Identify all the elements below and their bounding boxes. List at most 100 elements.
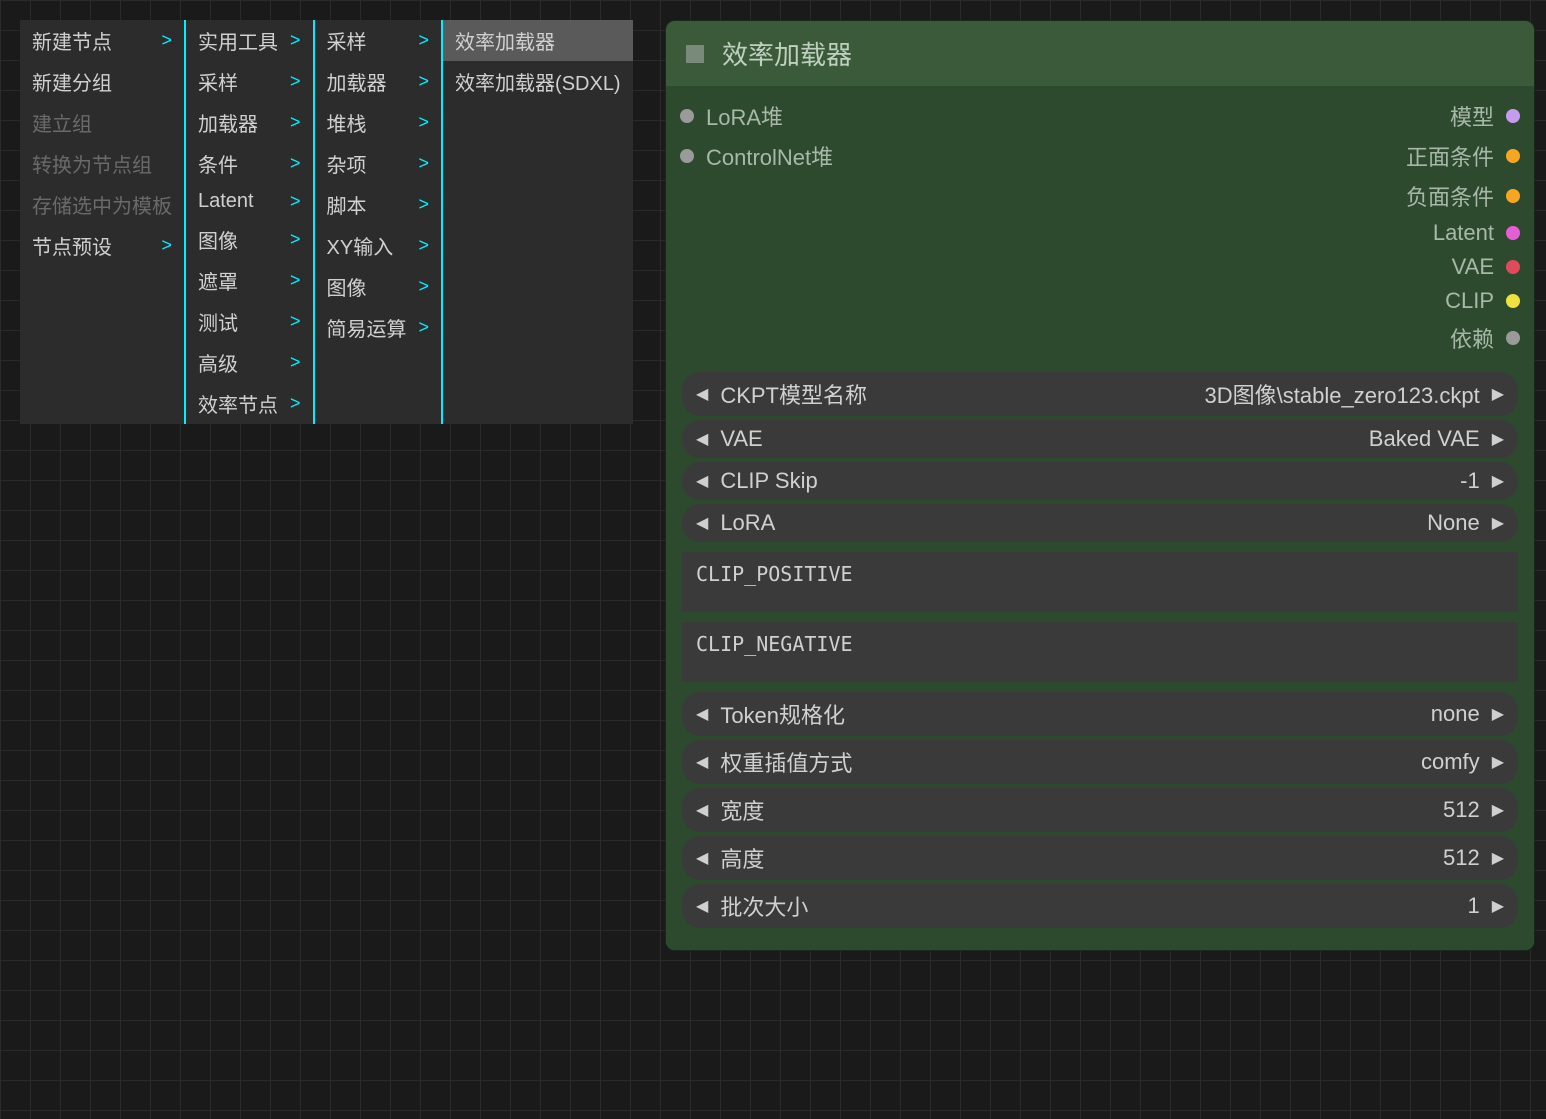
port-label: LoRA堆 bbox=[706, 100, 783, 132]
menu-item-label: 存储选中为模板 bbox=[32, 190, 172, 219]
decrement-icon[interactable]: ◀ bbox=[696, 848, 708, 868]
widget-value[interactable]: 512 bbox=[788, 797, 1479, 823]
menu-item[interactable]: 条件> bbox=[186, 143, 313, 184]
widget-row[interactable]: ◀ 宽度 512 ▶ bbox=[682, 788, 1518, 832]
menu-column-1: 新建节点>新建分组建立组转换为节点组存储选中为模板节点预设> bbox=[20, 20, 184, 424]
menu-item[interactable]: XY输入> bbox=[315, 225, 442, 266]
output-port[interactable]: VAE bbox=[1446, 250, 1526, 284]
menu-item[interactable]: 节点预设> bbox=[20, 225, 184, 266]
menu-item[interactable]: 图像> bbox=[186, 219, 313, 260]
menu-item[interactable]: 杂项> bbox=[315, 143, 442, 184]
widget-value[interactable]: 3D图像\stable_zero123.ckpt bbox=[891, 378, 1480, 410]
widget-row[interactable]: ◀CLIP Skip-1▶ bbox=[682, 462, 1518, 500]
decrement-icon[interactable]: ◀ bbox=[696, 896, 708, 916]
menu-item[interactable]: 效率加载器 bbox=[443, 20, 633, 61]
decrement-icon[interactable]: ◀ bbox=[696, 800, 708, 820]
submenu-arrow-icon: > bbox=[290, 229, 301, 250]
widget-row[interactable]: ◀Token规格化none▶ bbox=[682, 692, 1518, 736]
widget-row[interactable]: ◀ 批次大小 1 ▶ bbox=[682, 884, 1518, 928]
decrement-icon[interactable]: ◀ bbox=[696, 384, 708, 404]
output-port[interactable]: 负面条件 bbox=[1400, 176, 1526, 216]
input-port[interactable]: ControlNet堆 bbox=[674, 136, 839, 176]
port-dot-icon bbox=[1506, 189, 1520, 203]
increment-icon[interactable]: ▶ bbox=[1492, 471, 1504, 491]
widget-row[interactable]: ◀ 权重插值方式 comfy ▶ bbox=[682, 740, 1518, 784]
increment-icon[interactable]: ▶ bbox=[1492, 800, 1504, 820]
output-port[interactable]: Latent bbox=[1427, 216, 1526, 250]
port-label: 负面条件 bbox=[1406, 180, 1494, 212]
inputs-column: LoRA堆 ControlNet堆 bbox=[674, 96, 839, 358]
menu-item-label: 堆栈 bbox=[327, 108, 367, 137]
widget-value[interactable]: None bbox=[799, 510, 1479, 536]
menu-item[interactable]: 采样> bbox=[315, 20, 442, 61]
increment-icon[interactable]: ▶ bbox=[1492, 896, 1504, 916]
increment-icon[interactable]: ▶ bbox=[1492, 429, 1504, 449]
widget-value[interactable]: comfy bbox=[876, 749, 1479, 775]
menu-item[interactable]: 加载器> bbox=[186, 102, 313, 143]
output-port[interactable]: 正面条件 bbox=[1400, 136, 1526, 176]
widget-label: 权重插值方式 bbox=[720, 746, 852, 778]
widget-value[interactable]: 1 bbox=[832, 893, 1479, 919]
menu-item[interactable]: 效率节点> bbox=[186, 383, 313, 424]
decrement-icon[interactable]: ◀ bbox=[696, 513, 708, 533]
menu-item[interactable]: 新建分组 bbox=[20, 61, 184, 102]
menu-item[interactable]: Latent> bbox=[186, 184, 313, 219]
increment-icon[interactable]: ▶ bbox=[1492, 704, 1504, 724]
menu-item-label: 效率节点 bbox=[198, 389, 278, 418]
clip-positive-input[interactable]: CLIP_POSITIVE bbox=[682, 552, 1518, 612]
decrement-icon[interactable]: ◀ bbox=[696, 429, 708, 449]
widget-value[interactable]: 512 bbox=[788, 845, 1479, 871]
widget-label: 宽度 bbox=[720, 794, 764, 826]
decrement-icon[interactable]: ◀ bbox=[696, 704, 708, 724]
menu-item[interactable]: 图像> bbox=[315, 266, 442, 307]
widget-row[interactable]: ◀ 高度 512 ▶ bbox=[682, 836, 1518, 880]
node-header[interactable]: 效率加载器 bbox=[666, 21, 1534, 86]
output-port[interactable]: 依赖 bbox=[1444, 318, 1526, 358]
widget-label: 批次大小 bbox=[720, 890, 808, 922]
port-dot-icon bbox=[1506, 260, 1520, 274]
node-efficiency-loader[interactable]: 效率加载器 LoRA堆ControlNet堆 模型正面条件负面条件LatentV… bbox=[665, 20, 1535, 951]
node-title: 效率加载器 bbox=[722, 35, 852, 72]
menu-item[interactable]: 测试 > bbox=[186, 301, 313, 342]
increment-icon[interactable]: ▶ bbox=[1492, 848, 1504, 868]
widget-label: 高度 bbox=[720, 842, 764, 874]
widget-value[interactable]: Baked VAE bbox=[787, 426, 1480, 452]
menu-item[interactable]: 实用工具> bbox=[186, 20, 313, 61]
widget-value[interactable]: none bbox=[869, 701, 1480, 727]
menu-item[interactable]: 加载器> bbox=[315, 61, 442, 102]
submenu-arrow-icon: > bbox=[419, 276, 430, 297]
widget-label: VAE bbox=[720, 426, 762, 452]
menu-item-label: Latent bbox=[198, 190, 254, 213]
node-body: LoRA堆ControlNet堆 模型正面条件负面条件LatentVAECLIP… bbox=[666, 86, 1534, 950]
menu-item[interactable]: 遮罩> bbox=[186, 260, 313, 301]
decrement-icon[interactable]: ◀ bbox=[696, 471, 708, 491]
input-port[interactable]: LoRA堆 bbox=[674, 96, 839, 136]
menu-item[interactable]: 简易运算> bbox=[315, 307, 442, 348]
submenu-arrow-icon: > bbox=[419, 194, 430, 215]
menu-item[interactable]: 堆栈> bbox=[315, 102, 442, 143]
menu-item[interactable]: 脚本> bbox=[315, 184, 442, 225]
menu-item[interactable]: 效率加载器(SDXL) bbox=[443, 61, 633, 102]
widget-row[interactable]: ◀ VAE Baked VAE ▶ bbox=[682, 420, 1518, 458]
menu-item[interactable]: 高级> bbox=[186, 342, 313, 383]
submenu-arrow-icon: > bbox=[290, 153, 301, 174]
output-port[interactable]: CLIP bbox=[1439, 284, 1526, 318]
port-label: 依赖 bbox=[1450, 322, 1494, 354]
decrement-icon[interactable]: ◀ bbox=[696, 752, 708, 772]
increment-icon[interactable]: ▶ bbox=[1492, 513, 1504, 533]
menu-item[interactable]: 采样> bbox=[186, 61, 313, 102]
submenu-arrow-icon: > bbox=[419, 317, 430, 338]
widget-value[interactable]: -1 bbox=[842, 468, 1480, 494]
output-port[interactable]: 模型 bbox=[1444, 96, 1526, 136]
menu-item-label: 新建分组 bbox=[32, 67, 112, 96]
widget-row[interactable]: ◀CKPT模型名称3D图像\stable_zero123.ckpt▶ bbox=[682, 372, 1518, 416]
increment-icon[interactable]: ▶ bbox=[1492, 384, 1504, 404]
submenu-arrow-icon: > bbox=[290, 311, 301, 332]
increment-icon[interactable]: ▶ bbox=[1492, 752, 1504, 772]
collapse-icon[interactable] bbox=[686, 45, 704, 63]
menu-item-label: 测试 bbox=[198, 307, 238, 336]
menu-item-label: 高级 bbox=[198, 348, 238, 377]
widget-row[interactable]: ◀LoRANone▶ bbox=[682, 504, 1518, 542]
clip-negative-input[interactable]: CLIP_NEGATIVE bbox=[682, 622, 1518, 682]
menu-item[interactable]: 新建节点> bbox=[20, 20, 184, 61]
